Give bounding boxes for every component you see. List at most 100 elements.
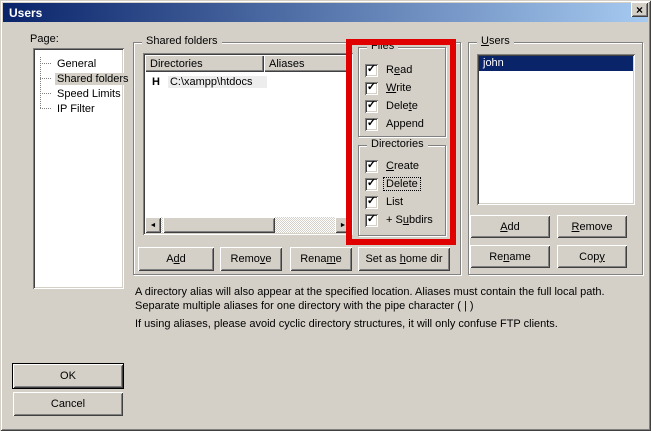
scroll-left-button[interactable]: ◄: [145, 217, 161, 233]
label: Delete: [386, 178, 418, 190]
checkbox-label: Write: [384, 82, 413, 94]
checkbox-box[interactable]: ✓: [365, 118, 378, 131]
checkbox-create[interactable]: ✓ Create: [365, 159, 421, 173]
user-item-john[interactable]: john: [479, 56, 633, 71]
page-item-speed-limits[interactable]: Speed Limits: [40, 86, 123, 101]
column-header-label: Aliases: [269, 58, 304, 70]
checkbox-read[interactable]: ✓ Read: [365, 63, 414, 77]
scroll-thumb[interactable]: [163, 217, 275, 233]
alias-note: A directory alias will also appear at th…: [135, 285, 647, 313]
scroll-left-icon: ◄: [150, 222, 157, 229]
checkbox-append[interactable]: ✓ Append: [365, 117, 426, 131]
checkbox-box[interactable]: ✓: [365, 64, 378, 77]
checkbox-box[interactable]: ✓: [365, 160, 378, 173]
directories-group-label: Directories: [367, 138, 428, 150]
checkbox-delete-files[interactable]: ✓ Delete: [365, 99, 420, 113]
page-list[interactable]: General Shared folders Speed Limits IP F…: [33, 48, 124, 289]
button-label: Rena: [300, 253, 326, 265]
horizontal-scrollbar[interactable]: ◄ ►: [145, 217, 351, 233]
column-header-directories[interactable]: Directories: [145, 55, 264, 72]
label: ad: [400, 64, 412, 76]
checkbox-subdirs[interactable]: ✓ + Subdirs: [365, 213, 435, 227]
rename-folder-button[interactable]: Rename: [290, 247, 352, 271]
label-accel: W: [386, 82, 396, 94]
check-icon: ✓: [367, 178, 376, 189]
titlebar: Users: [3, 3, 648, 22]
page-item-label: IP Filter: [55, 103, 97, 115]
checkbox-delete-dirs[interactable]: ✓ Delete: [365, 177, 420, 191]
remove-user-button[interactable]: Remove: [557, 215, 627, 238]
label: R: [386, 64, 394, 76]
directory-row[interactable]: H C:\xampp\htdocs: [145, 74, 351, 89]
checkbox-label: Create: [384, 160, 421, 172]
page-item-ip-filter[interactable]: IP Filter: [40, 101, 97, 116]
page-item-label: Speed Limits: [55, 88, 123, 100]
directories-listview: Directories Aliases H C:\xampp\htdocs ◄ …: [143, 53, 353, 235]
set-as-home-dir-button[interactable]: Set as home dir: [358, 247, 450, 271]
check-icon: ✓: [367, 82, 376, 93]
button-label: Re: [489, 251, 503, 263]
button-label: ame: [509, 251, 530, 263]
copy-user-button[interactable]: Copy: [557, 245, 627, 268]
check-icon: ✓: [367, 118, 376, 129]
check-icon: ✓: [367, 100, 376, 111]
users-dialog: Users × Page: General Shared folders Spe…: [0, 0, 651, 431]
home-flag: H: [152, 76, 160, 88]
checkbox-label: Append: [384, 118, 426, 130]
button-label: Cancel: [51, 398, 85, 410]
column-header-aliases[interactable]: Aliases: [264, 55, 351, 72]
remove-folder-button[interactable]: Remove: [220, 247, 282, 271]
button-label: A: [166, 253, 173, 265]
column-header-label: Directories: [150, 58, 203, 70]
checkbox-write[interactable]: ✓ Write: [365, 81, 413, 95]
users-list[interactable]: john: [477, 54, 635, 205]
directories-permissions-group: Directories ✓ Create ✓ Delete ✓ List ✓ +…: [358, 145, 446, 236]
label: e: [412, 100, 418, 112]
button-label: e: [336, 253, 342, 265]
button-label-accel: A: [500, 221, 507, 233]
checkbox-box[interactable]: ✓: [365, 178, 378, 191]
checkbox-label: Delete: [384, 178, 420, 190]
label: reate: [394, 160, 419, 172]
check-icon: ✓: [367, 196, 376, 207]
cancel-button[interactable]: Cancel: [13, 392, 123, 416]
check-icon: ✓: [367, 64, 376, 75]
checkbox-box[interactable]: ✓: [365, 100, 378, 113]
files-permissions-group: Files ✓ Read ✓ Write ✓ Delete ✓ Append: [358, 47, 446, 137]
listview-header: Directories Aliases: [145, 55, 351, 72]
directories-listview-body: Directories Aliases H C:\xampp\htdocs ◄ …: [145, 55, 351, 233]
close-button[interactable]: ×: [631, 2, 648, 17]
page-item-shared-folders[interactable]: Shared folders: [40, 71, 131, 86]
ok-button[interactable]: OK: [13, 364, 123, 388]
page-item-general[interactable]: General: [40, 56, 98, 71]
page-item-label: Shared folders: [55, 73, 131, 85]
label-accel: U: [481, 35, 489, 47]
button-label: OK: [60, 370, 76, 382]
tree-branch-icon: [40, 63, 52, 64]
button-label-accel: y: [599, 251, 605, 263]
label: + S: [386, 214, 403, 226]
checkbox-box[interactable]: ✓: [365, 82, 378, 95]
check-icon: ✓: [367, 214, 376, 225]
button-label: emove: [579, 221, 612, 233]
rename-user-button[interactable]: Rename: [470, 245, 550, 268]
scroll-right-button[interactable]: ►: [335, 217, 351, 233]
tree-branch-icon: [40, 108, 52, 109]
label: Append: [386, 118, 424, 130]
add-user-button[interactable]: Add: [470, 215, 550, 238]
checkbox-label: Read: [384, 64, 414, 76]
checkbox-box[interactable]: ✓: [365, 214, 378, 227]
shared-folders-group-label: Shared folders: [142, 35, 222, 47]
checkbox-label: Delete: [384, 100, 420, 112]
add-folder-button[interactable]: Add: [138, 247, 214, 271]
button-label: ome dir: [406, 253, 443, 265]
label: sers: [489, 35, 510, 47]
label: rite: [396, 82, 411, 94]
checkbox-box[interactable]: ✓: [365, 196, 378, 209]
checkbox-label: List: [384, 196, 405, 208]
window-title: Users: [9, 6, 42, 20]
checkbox-list[interactable]: ✓ List: [365, 195, 405, 209]
label: List: [386, 196, 403, 208]
button-label: e: [265, 253, 271, 265]
files-group-label: Files: [367, 40, 398, 52]
